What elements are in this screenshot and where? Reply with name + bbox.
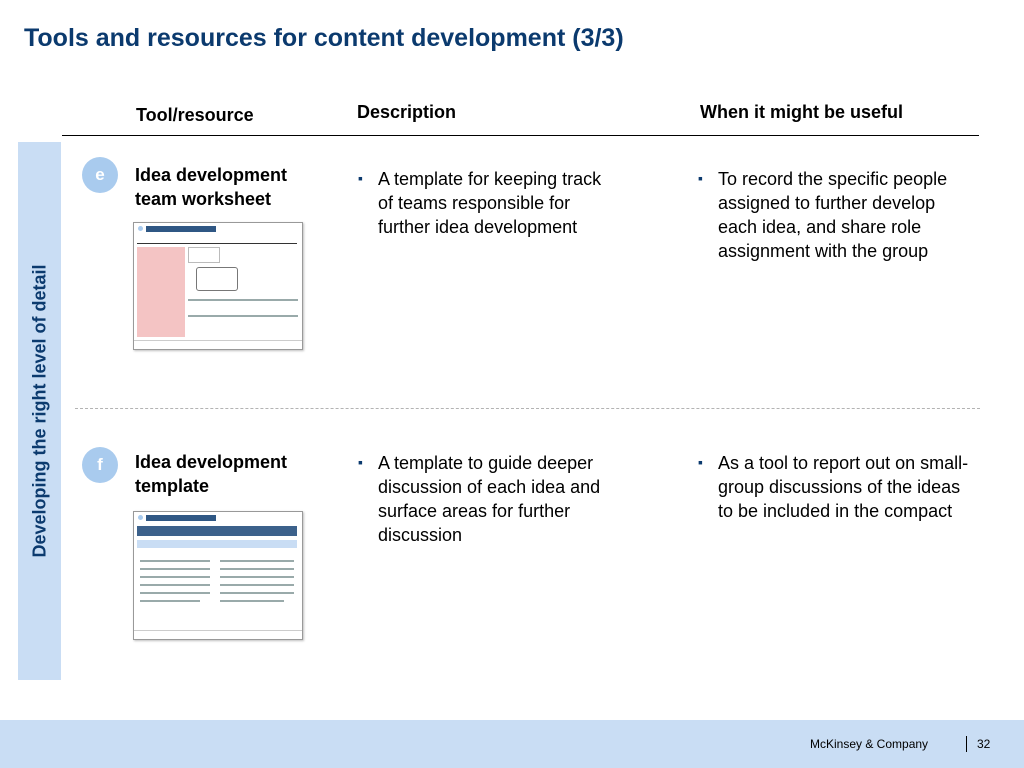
thumb-text-line: [140, 592, 210, 594]
row-divider: [75, 408, 980, 409]
when-line: assigned to further develop: [718, 193, 936, 213]
column-header-when: When it might be useful: [700, 102, 903, 122]
header-divider: [62, 135, 979, 136]
thumb-text-line: [220, 568, 294, 570]
thumb-text-line: [140, 560, 210, 562]
thumb-footer: [134, 340, 302, 349]
description-f: A template to guide deeper discussion of…: [358, 450, 601, 547]
column-header-description: Description: [357, 102, 457, 122]
when-line: As a tool to report out on small-: [718, 453, 969, 473]
thumb-text-line: [220, 592, 294, 594]
thumb-footer: [134, 630, 302, 639]
thumb-text-line: [140, 576, 210, 578]
thumb-highlight-column: [137, 247, 185, 337]
thumb-text-line: [220, 560, 294, 562]
description-line: further idea development: [378, 217, 578, 237]
row-badge-e: e: [82, 157, 118, 193]
thumb-header-row: [137, 237, 297, 244]
page-number: 32: [977, 737, 991, 751]
thumb-title-bar: [146, 515, 216, 521]
footer-separator: [966, 736, 967, 752]
thumb-title-bar: [146, 226, 216, 232]
when-line: To record the specific people: [718, 169, 948, 189]
thumb-rule: [188, 315, 298, 317]
tool-name-line: Idea development: [135, 452, 288, 472]
tool-name-line: template: [135, 476, 210, 496]
description-e: A template for keeping track of teams re…: [358, 166, 602, 239]
thumb-marker: [138, 515, 143, 520]
description-line: of teams responsible for: [378, 193, 571, 213]
thumb-banner: [137, 526, 297, 536]
tool-name-f: Idea development template: [135, 450, 325, 498]
section-label: Developing the right level of detail: [29, 264, 50, 558]
thumb-text-line: [220, 576, 294, 578]
description-line: discussion of each idea and: [378, 477, 601, 497]
tool-name-e: Idea development team worksheet: [135, 163, 325, 211]
page-title: Tools and resources for content developm…: [24, 24, 624, 52]
row-badge-f: f: [82, 447, 118, 483]
when-useful-e: To record the specific people assigned t…: [698, 166, 948, 263]
when-line: to be included in the compact: [718, 501, 953, 521]
footer-company: McKinsey & Company: [810, 737, 929, 751]
thumb-text-line: [220, 584, 294, 586]
thumb-text-line: [140, 584, 210, 586]
worksheet-thumbnail: [133, 222, 303, 350]
thumb-text-line: [140, 600, 200, 602]
thumb-callout: [196, 267, 238, 291]
thumb-subbanner: [137, 540, 297, 548]
when-line: each idea, and share role: [718, 217, 922, 237]
when-line: assignment with the group: [718, 241, 929, 261]
description-line: A template to guide deeper: [378, 453, 594, 473]
when-line: group discussions of the ideas: [718, 477, 961, 497]
when-useful-f: As a tool to report out on small- group …: [698, 450, 969, 523]
description-line: surface areas for further: [378, 501, 571, 521]
template-thumbnail: [133, 511, 303, 640]
tool-name-line: team worksheet: [135, 189, 272, 209]
description-line: discussion: [378, 525, 463, 545]
thumb-rule: [188, 299, 298, 301]
thumb-text-line: [220, 600, 284, 602]
description-line: A template for keeping track: [378, 169, 602, 189]
thumb-text-line: [140, 568, 210, 570]
tool-name-line: Idea development: [135, 165, 288, 185]
column-header-tool: Tool/resource: [136, 105, 254, 125]
thumb-marker: [138, 226, 143, 231]
thumb-list-box: [188, 247, 220, 263]
